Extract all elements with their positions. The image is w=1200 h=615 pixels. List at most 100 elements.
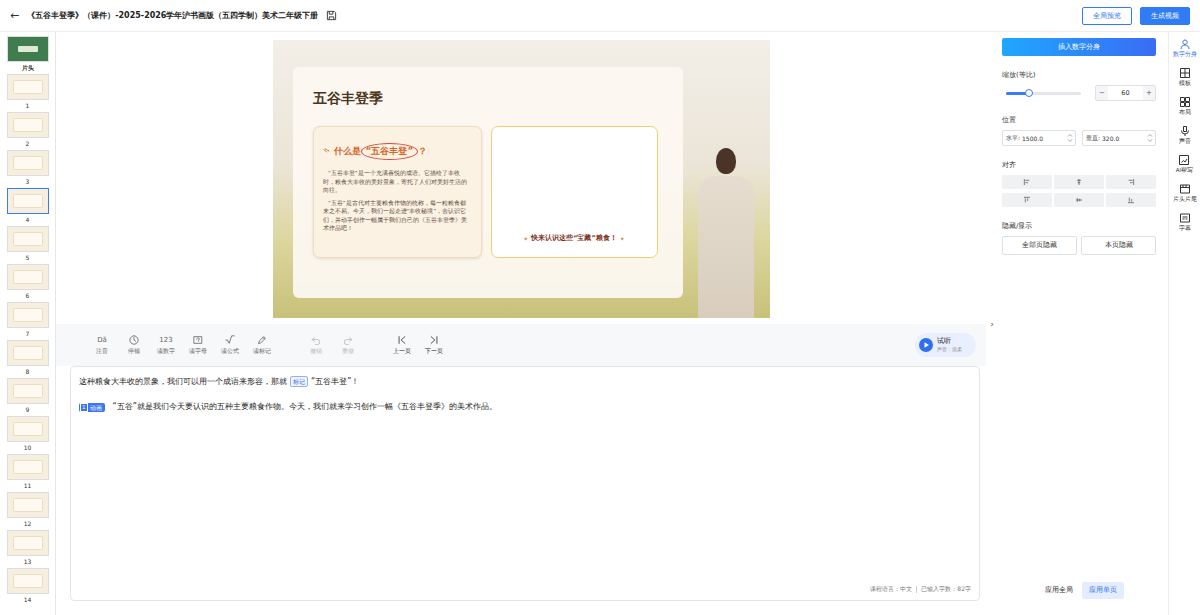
thumbnail-item[interactable]: 14 (2, 567, 54, 605)
tool-icon (225, 335, 235, 345)
script-editor[interactable]: 这种粮食大丰收的景象，我们可以用一个成语来形容，那就标记“五谷丰登”！1动画“五… (70, 366, 980, 601)
thumbnail-image (7, 112, 49, 138)
thumbnail-label: 10 (24, 444, 32, 452)
center-area: 五谷丰登季什么是“五谷丰登”？“五谷丰登”是一个充满喜悦的成语。它描绘了丰收时，… (56, 32, 986, 615)
tool-button[interactable]: 读公式 (214, 335, 246, 355)
slide-title: 五谷丰登季 (313, 89, 663, 107)
rail-item[interactable]: 模板 (1179, 67, 1191, 87)
rail-icon (1179, 96, 1191, 108)
stage: 五谷丰登季什么是“五谷丰登”？“五谷丰登”是一个充满喜悦的成语。它描绘了丰收时，… (56, 32, 986, 324)
thumbnail-image (7, 188, 49, 214)
position-field[interactable]: 垂直:320.0 (1082, 130, 1156, 146)
history-button[interactable]: 重做 (332, 335, 364, 355)
script-toolbar: Dǎ注音停顿123读数字读字母读公式读标记 撤销重做 上一页下一页 试听声音：温柔 (56, 324, 986, 366)
align-icon (1127, 178, 1135, 186)
align-button[interactable] (1054, 193, 1104, 207)
tool-glyph: Dǎ (97, 335, 107, 345)
rail-item[interactable]: 声音 (1179, 125, 1191, 145)
align-label: 对齐 (1002, 160, 1160, 170)
save-icon[interactable] (326, 10, 337, 21)
thumbnail-item[interactable]: 10 (2, 415, 54, 453)
thumbnail-label: 13 (24, 558, 32, 566)
rail-item[interactable]: 数字分身 (1173, 38, 1197, 58)
rail-item[interactable]: 布局 (1179, 96, 1191, 116)
collapse-toggle[interactable]: › (986, 32, 998, 615)
thumbnail-item[interactable]: 11 (2, 453, 54, 491)
rail-item[interactable]: 字幕 (1179, 212, 1191, 232)
listen-button[interactable]: 试听声音：温柔 (915, 333, 976, 357)
thumbnail-item[interactable]: 12 (2, 491, 54, 529)
tool-button[interactable]: 123读数字 (150, 335, 182, 355)
rail-icon (1179, 125, 1191, 137)
rail-item[interactable]: 片头片尾 (1173, 183, 1197, 203)
align-button[interactable] (1106, 193, 1156, 207)
thumbnail-image (7, 530, 49, 556)
presenter-image[interactable] (695, 148, 757, 318)
thumbnail-item[interactable]: 5 (2, 225, 54, 263)
position-field[interactable]: 水平:1500.0 (1002, 130, 1076, 146)
thumbnail-label: 6 (26, 292, 30, 300)
status-bar: 课程语言：中文已输入字数：82字 (79, 585, 971, 594)
apply-button[interactable]: 应用全局 (1038, 582, 1080, 599)
visibility-button[interactable]: 本页隐藏 (1081, 236, 1156, 255)
thumbnail-item[interactable]: 7 (2, 301, 54, 339)
thumbnail-label: 7 (26, 330, 30, 338)
page-nav-button[interactable]: 下一页 (418, 335, 450, 355)
thumbnail-label: 片头 (22, 64, 34, 72)
rail-icon (1179, 212, 1191, 224)
thumbnail-item[interactable]: 片头 (2, 35, 54, 73)
thumbnail-item[interactable]: 9 (2, 377, 54, 415)
thumbnail-item[interactable]: 13 (2, 529, 54, 567)
window-title: 《五谷丰登季》（课件）-2025-2026学年沪书画版（五四学制）美术二年级下册 (27, 10, 318, 21)
thumbnail-label: 4 (26, 216, 30, 224)
tool-button[interactable]: 停顿 (118, 335, 150, 355)
thumbnail-item[interactable]: 6 (2, 263, 54, 301)
tool-glyph: 123 (159, 335, 172, 345)
thumbnail-label: 12 (24, 520, 32, 528)
spinner-icon[interactable] (1147, 133, 1153, 143)
back-button[interactable]: ← (10, 9, 19, 22)
grains-banner: ✦快来认识这些“宝藏”粮食！✦ (523, 234, 625, 243)
play-icon (919, 338, 933, 352)
thumbnail-image (7, 264, 49, 290)
tool-button[interactable]: Dǎ注音 (86, 335, 118, 355)
align-button[interactable] (1002, 193, 1052, 207)
tool-button[interactable]: 读标记 (246, 335, 278, 355)
thumbnail-image (7, 340, 49, 366)
apply-button[interactable]: 应用单页 (1082, 582, 1124, 599)
thumbnail-item[interactable]: 2 (2, 111, 54, 149)
tool-icon (257, 335, 267, 345)
tool-button[interactable]: 读字母 (182, 335, 214, 355)
page-nav-button[interactable]: 上一页 (386, 335, 418, 355)
align-button[interactable] (1002, 175, 1052, 189)
align-button[interactable] (1106, 175, 1156, 189)
page-arrow-icon (397, 335, 407, 345)
spinner-icon[interactable] (1067, 133, 1073, 143)
position-label: 位置 (1002, 115, 1160, 125)
insert-avatar-button[interactable]: 插入数字分身 (1002, 38, 1156, 56)
rail-icon (1179, 38, 1191, 50)
scale-stepper[interactable]: −60+ (1095, 85, 1156, 101)
undo-redo-icon (311, 335, 321, 345)
header-button[interactable]: 全局预览 (1082, 7, 1132, 25)
tool-icon (193, 335, 203, 345)
slide-preview[interactable]: 五谷丰登季什么是“五谷丰登”？“五谷丰登”是一个充满喜悦的成语。它描绘了丰收时，… (273, 40, 770, 318)
mark-tag[interactable]: 标记 (290, 376, 308, 387)
thumbnail-label: 3 (26, 178, 30, 186)
thumbnail-item[interactable]: 4 (2, 187, 54, 225)
thumbnail-item[interactable]: 1 (2, 73, 54, 111)
thumbnail-item[interactable]: 8 (2, 339, 54, 377)
top-bar: ← 《五谷丰登季》（课件）-2025-2026学年沪书画版（五四学制）美术二年级下… (0, 0, 1200, 32)
visibility-button[interactable]: 全部页隐藏 (1002, 236, 1077, 255)
align-button[interactable] (1054, 175, 1104, 189)
animation-badge[interactable]: 1动画 (79, 403, 105, 412)
scale-slider[interactable] (1006, 92, 1081, 95)
thumbnail-image (7, 568, 49, 594)
intro-card: 什么是“五谷丰登”？“五谷丰登”是一个充满喜悦的成语。它描绘了丰收时，粮食大丰收… (313, 126, 482, 258)
history-button[interactable]: 撤销 (300, 335, 332, 355)
header-button[interactable]: 生成视频 (1140, 7, 1190, 25)
rail-icon (1179, 67, 1191, 79)
rail-item[interactable]: AI帮写 (1176, 154, 1193, 174)
thumbnail-item[interactable]: 3 (2, 149, 54, 187)
rail-icon (1179, 183, 1191, 195)
